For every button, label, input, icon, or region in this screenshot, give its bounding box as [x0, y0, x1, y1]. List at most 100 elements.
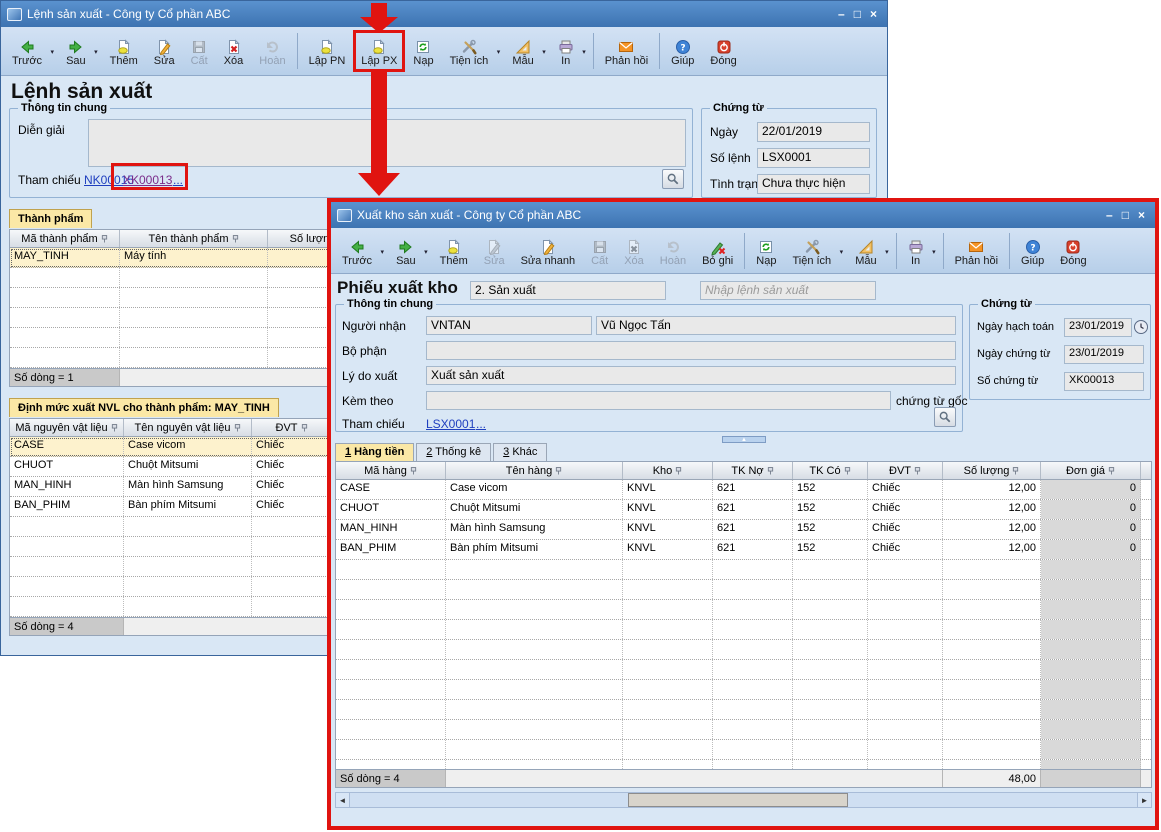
close-button[interactable]: × — [1138, 208, 1145, 222]
toolbar-button-lap-pn[interactable]: Lập PN — [301, 30, 354, 72]
table-row[interactable]: CHUOTChuột MitsumiKNVL621152Chiếc12,000 — [336, 500, 1151, 520]
chevron-down-icon[interactable]: ▾ — [497, 48, 501, 56]
reference-link-lsx0001[interactable]: LSX0001 — [426, 417, 475, 431]
column-header-ma-hang[interactable]: Mã hàng — [336, 462, 446, 479]
table-row-empty[interactable] — [336, 680, 1151, 700]
table-row-empty[interactable] — [336, 600, 1151, 620]
close-button[interactable]: × — [870, 7, 877, 21]
toolbar-button-in[interactable]: In▾ — [900, 230, 940, 272]
table-row-empty[interactable] — [10, 517, 368, 537]
order-no-input[interactable]: LSX0001 — [757, 148, 870, 168]
table-row-empty[interactable] — [336, 700, 1151, 720]
chevron-down-icon[interactable]: ▾ — [424, 248, 428, 256]
table-row[interactable]: BAN_PHIMBàn phím MitsumiKNVL621152Chiếc1… — [336, 540, 1151, 560]
receiver-name-input[interactable]: Vũ Ngọc Tấn — [596, 316, 956, 335]
table-row-empty[interactable] — [336, 720, 1151, 740]
toolbar-button-mau[interactable]: Mẫu▾ — [847, 230, 892, 272]
chevron-down-icon[interactable]: ▾ — [381, 248, 385, 256]
toolbar-button-truoc[interactable]: Trước▾ — [334, 230, 388, 272]
column-header-ma-thanh-pham[interactable]: Mã thành phẩm — [10, 230, 120, 247]
titlebar[interactable]: Xuất kho sản xuất - Công ty Cổ phần ABC … — [331, 202, 1155, 228]
column-header-dvt[interactable]: ĐVT — [252, 419, 332, 436]
status-input[interactable]: Chưa thực hiện — [757, 174, 870, 194]
table-row[interactable]: CHUOTChuột MitsumiChiếc — [10, 457, 368, 477]
clock-icon[interactable] — [1133, 319, 1149, 335]
toolbar-button-xoa[interactable]: Xóa — [216, 30, 252, 72]
table-row-empty[interactable] — [336, 740, 1151, 760]
titlebar[interactable]: Lệnh sản xuất - Công ty Cổ phần ABC – □ … — [1, 1, 887, 27]
table-row-empty[interactable] — [10, 288, 368, 308]
column-header-ten-hang[interactable]: Tên hàng — [446, 462, 623, 479]
reference-more-link[interactable]: ... — [476, 417, 486, 431]
table-row-empty[interactable] — [10, 577, 368, 597]
date-input[interactable]: 22/01/2019 — [757, 122, 870, 142]
chevron-down-icon[interactable]: ▾ — [932, 248, 936, 256]
chevron-down-icon[interactable]: ▾ — [94, 48, 98, 56]
toolbar-button-nap[interactable]: Nạp — [748, 230, 784, 272]
maximize-button[interactable]: □ — [1122, 208, 1129, 222]
table-row[interactable]: MAN_HINHMàn hình SamsungKNVL621152Chiếc1… — [336, 520, 1151, 540]
table-row-empty[interactable] — [10, 328, 368, 348]
column-header-kho[interactable]: Kho — [623, 462, 713, 479]
table-row-empty[interactable] — [10, 537, 368, 557]
attachment-input[interactable] — [426, 391, 891, 410]
column-header-don-gia[interactable]: Đơn giá — [1041, 462, 1141, 479]
toolbar-button-sua[interactable]: Sửa — [146, 30, 183, 72]
column-header-dvt[interactable]: ĐVT — [868, 462, 943, 479]
chevron-down-icon[interactable]: ▾ — [542, 48, 546, 56]
posting-date-input[interactable]: 23/01/2019 — [1064, 318, 1132, 337]
column-header-ten-thanh-pham[interactable]: Tên thành phẩm — [120, 230, 268, 247]
toolbar-button-them[interactable]: Thêm — [432, 230, 476, 272]
tab-thong-ke[interactable]: 2 Thống kê — [416, 443, 491, 461]
toolbar-button-mau[interactable]: Mẫu▾ — [504, 30, 549, 72]
reason-input[interactable]: Xuất sản xuất — [426, 366, 956, 385]
toolbar-button-sua-nhanh[interactable]: Sửa nhanh — [513, 230, 583, 272]
horizontal-scrollbar[interactable]: ◄ ► — [335, 792, 1152, 808]
table-row-empty[interactable] — [336, 620, 1151, 640]
toolbar-button-truoc[interactable]: Trước▾ — [4, 30, 58, 72]
issue-type-select[interactable]: 2. Sản xuất — [470, 281, 666, 300]
toolbar-button-giup[interactable]: ?Giúp — [663, 30, 702, 72]
toolbar-button-nap[interactable]: Nạp — [405, 30, 441, 72]
voucher-date-input[interactable]: 23/01/2019 — [1064, 345, 1144, 364]
chevron-down-icon[interactable]: ▾ — [840, 248, 844, 256]
toolbar-button-dong[interactable]: Đóng — [1052, 230, 1094, 272]
toolbar-button-phan-hoi[interactable]: Phản hồi — [597, 30, 656, 72]
department-input[interactable] — [426, 341, 956, 360]
tab-khac[interactable]: 3 Khác — [493, 443, 547, 461]
scroll-left-button[interactable]: ◄ — [336, 793, 350, 807]
column-header-tk-no[interactable]: TK Nợ — [713, 462, 793, 479]
toolbar-button-tien-ich[interactable]: Tiện ích▾ — [784, 230, 847, 272]
toolbar-button-sau[interactable]: Sau▾ — [388, 230, 432, 272]
column-header-ma-nguyen-vat-lieu[interactable]: Mã nguyên vật liệu — [10, 419, 124, 436]
minimize-button[interactable]: – — [1106, 208, 1113, 222]
toolbar-button-lap-px[interactable]: Lập PX — [353, 30, 405, 72]
tab-hang-tien[interactable]: 1 Hàng tiền — [335, 443, 414, 461]
table-row[interactable]: MAN_HINHMàn hình SamsungChiếc — [10, 477, 368, 497]
toolbar-button-phan-hoi[interactable]: Phản hồi — [947, 230, 1006, 272]
toolbar-button-sau[interactable]: Sau▾ — [58, 30, 102, 72]
toolbar-button-giup[interactable]: ?Giúp — [1013, 230, 1052, 272]
table-row-empty[interactable] — [10, 557, 368, 577]
search-reference-button[interactable] — [662, 169, 684, 189]
scroll-right-button[interactable]: ► — [1137, 793, 1151, 807]
table-row-empty[interactable] — [10, 308, 368, 328]
table-row-empty[interactable] — [10, 597, 368, 617]
minimize-button[interactable]: – — [838, 7, 845, 21]
maximize-button[interactable]: □ — [854, 7, 861, 21]
table-row-empty[interactable] — [10, 348, 368, 368]
toolbar-button-in[interactable]: In▾ — [550, 30, 590, 72]
toolbar-button-them[interactable]: Thêm — [102, 30, 146, 72]
column-header-so-luong[interactable]: Số lượng — [943, 462, 1041, 479]
table-row[interactable]: CASECase vicomChiếc — [10, 437, 368, 457]
table-row[interactable]: BAN_PHIMBàn phím MitsumiChiếc — [10, 497, 368, 517]
toolbar-button-dong[interactable]: Đóng — [702, 30, 744, 72]
column-header-tk-co[interactable]: TK Có — [793, 462, 868, 479]
chevron-down-icon[interactable]: ▾ — [582, 48, 586, 56]
voucher-no-input[interactable]: XK00013 — [1064, 372, 1144, 391]
table-row-empty[interactable] — [10, 268, 368, 288]
table-row-empty[interactable] — [336, 580, 1151, 600]
column-header-ten-nguyen-vat-lieu[interactable]: Tên nguyên vật liệu — [124, 419, 252, 436]
table-row-empty[interactable] — [336, 660, 1151, 680]
table-row[interactable]: MAY_TINHMáy tính — [10, 248, 368, 268]
